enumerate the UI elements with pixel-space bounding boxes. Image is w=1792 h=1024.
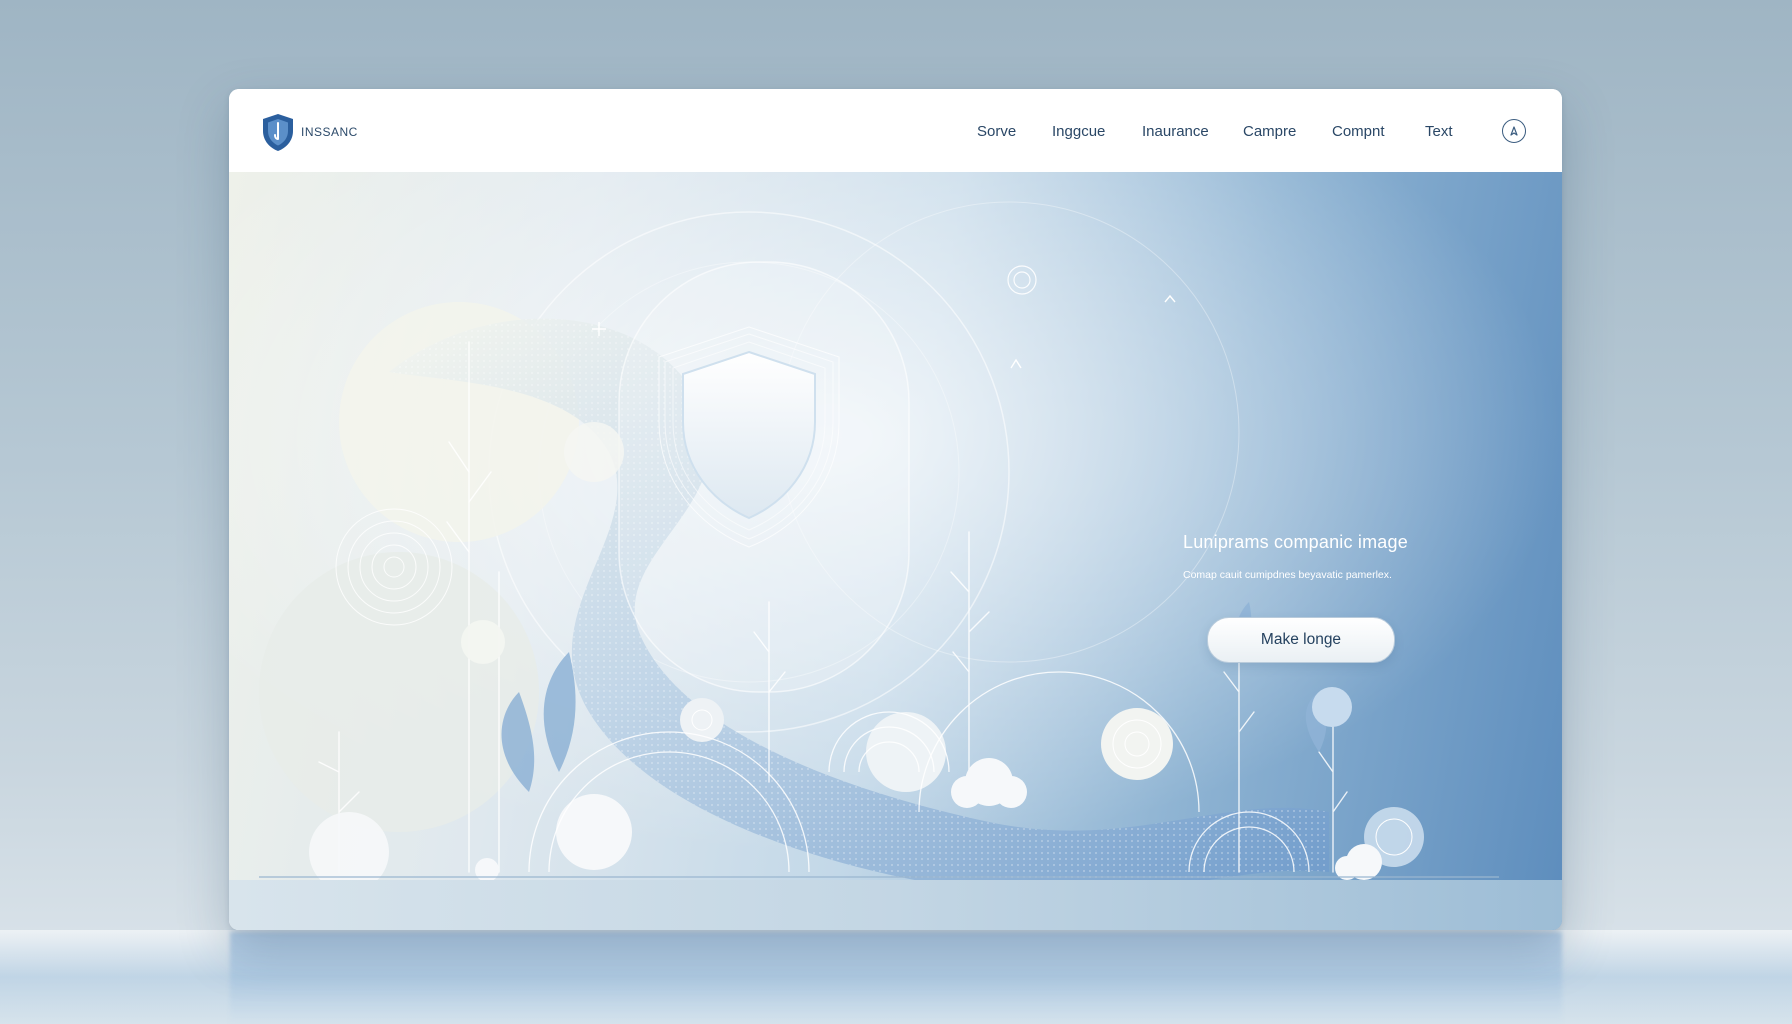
hero-cta-block: Luniprams companic image Comap cauit cum…: [1181, 532, 1511, 663]
nav-item-campre[interactable]: Campre: [1243, 123, 1296, 140]
nav-links: Sorve Inggcue Inaurance Campre Compnt Te…: [229, 89, 1562, 172]
nav-item-inggcue[interactable]: Inggcue: [1052, 123, 1105, 140]
hero-footer-band: [229, 880, 1562, 930]
cta-button[interactable]: Make longe: [1207, 617, 1395, 663]
hero-section: Luniprams companic image Comap cauit cum…: [229, 172, 1562, 930]
window-reflection: [230, 932, 1562, 1024]
user-avatar-icon[interactable]: [1502, 119, 1526, 143]
nav-item-text[interactable]: Text: [1425, 123, 1453, 140]
top-navbar: INSSANC Sorve Inggcue Inaurance Campre C…: [229, 89, 1562, 173]
nav-item-inaurance[interactable]: Inaurance: [1142, 123, 1209, 140]
hero-title: Luniprams companic image: [1183, 532, 1408, 552]
hero-subtitle: Comap cauit cumipdnes beyavatic pamerlex…: [1183, 569, 1392, 581]
nav-item-sorve[interactable]: Sorve: [977, 123, 1016, 140]
browser-window: INSSANC Sorve Inggcue Inaurance Campre C…: [229, 89, 1562, 930]
nav-item-compnt[interactable]: Compnt: [1332, 123, 1385, 140]
